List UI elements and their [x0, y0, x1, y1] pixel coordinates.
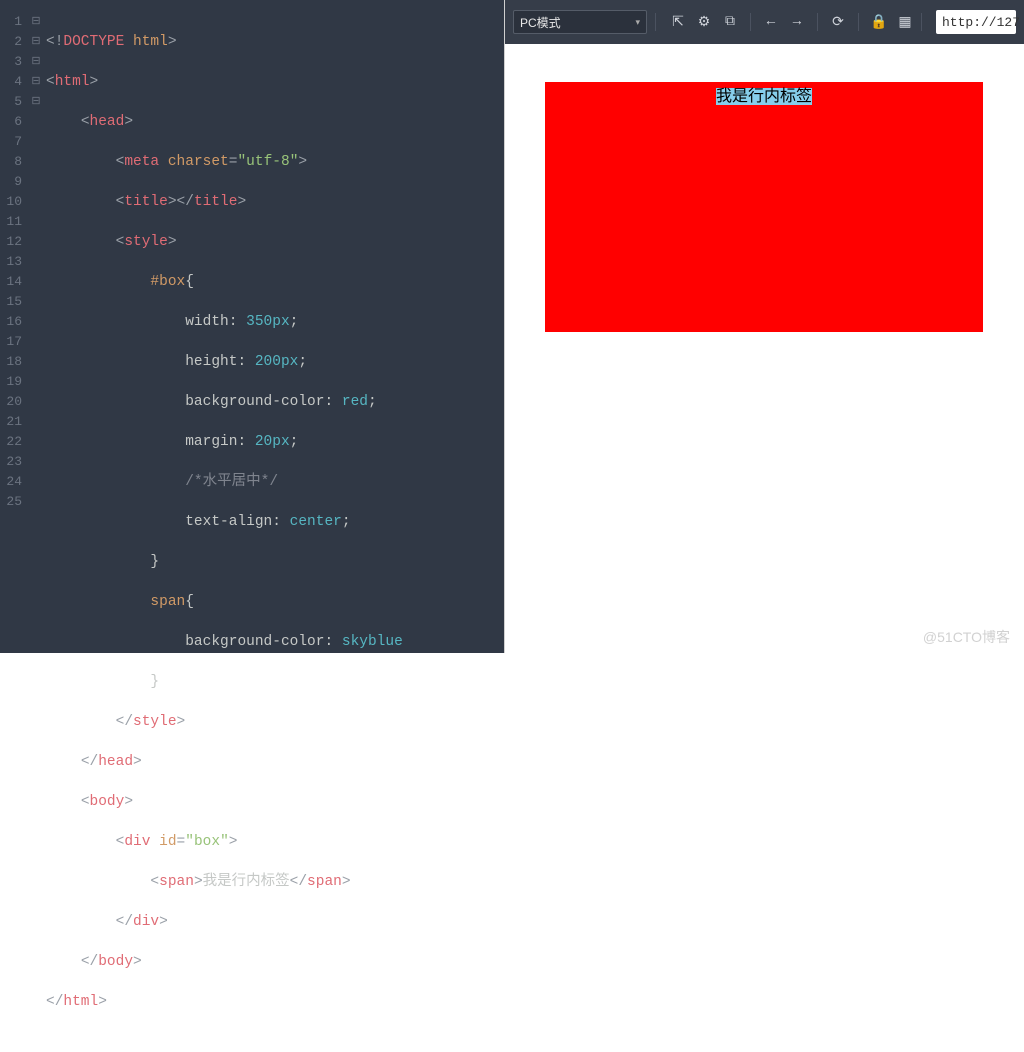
code-line[interactable]: <style> [46, 232, 403, 252]
line-number: 14 [0, 272, 22, 292]
screenshot-icon[interactable]: ⧉ [722, 14, 738, 30]
qr-icon[interactable]: ▦ [897, 14, 913, 30]
back-icon[interactable]: ← [763, 14, 779, 30]
line-number-gutter: 1 2 3 4 5 6 7 8 9 10 11 12 13 14 15 16 1… [0, 0, 28, 653]
code-line[interactable]: } [46, 672, 403, 692]
browser-toolbar: PC模式 ▾ ⇱ ⚙ ⧉ ← → ⟳ 🔒 ▦ http://127 [505, 0, 1024, 44]
code-line[interactable]: /*水平居中*/ [46, 472, 403, 492]
line-number: 4 [0, 72, 22, 92]
gear-icon[interactable]: ⚙ [696, 14, 712, 30]
toolbar-divider [817, 13, 818, 31]
code-line[interactable]: background-color: skyblue [46, 632, 403, 652]
line-number: 3 [0, 52, 22, 72]
line-number: 15 [0, 292, 22, 312]
lock-icon[interactable]: 🔒 [871, 14, 887, 30]
browser-preview-pane: PC模式 ▾ ⇱ ⚙ ⧉ ← → ⟳ 🔒 ▦ http://127 [504, 0, 1024, 653]
line-number: 10 [0, 192, 22, 212]
reload-icon[interactable]: ⟳ [830, 14, 846, 30]
code-editor-pane: 1 2 3 4 5 6 7 8 9 10 11 12 13 14 15 16 1… [0, 0, 504, 653]
line-number: 20 [0, 392, 22, 412]
line-number: 5 [0, 92, 22, 112]
code-line[interactable]: text-align: center; [46, 512, 403, 532]
fold-gutter: ⊟ ⊟ ⊟ ⊟ ⊟ [28, 0, 44, 653]
toolbar-divider [750, 13, 751, 31]
code-line[interactable]: </style> [46, 712, 403, 732]
line-number: 8 [0, 152, 22, 172]
line-number: 17 [0, 332, 22, 352]
code-line[interactable]: <head> [46, 112, 403, 132]
code-line[interactable]: #box{ [46, 272, 403, 292]
line-number: 13 [0, 252, 22, 272]
code-line[interactable]: background-color: red; [46, 392, 403, 412]
code-line[interactable]: width: 350px; [46, 312, 403, 332]
browser-viewport: 我是行内标签 [505, 44, 1024, 653]
code-line[interactable]: </html> [46, 992, 403, 1012]
line-number: 2 [0, 32, 22, 52]
line-number: 6 [0, 112, 22, 132]
line-number: 19 [0, 372, 22, 392]
preview-mode-select[interactable]: PC模式 ▾ [513, 10, 647, 34]
code-line[interactable]: <meta charset="utf-8"> [46, 152, 403, 172]
line-number: 11 [0, 212, 22, 232]
code-line[interactable]: </head> [46, 752, 403, 772]
line-number: 18 [0, 352, 22, 372]
chevron-down-icon: ▾ [635, 17, 640, 28]
popout-icon[interactable]: ⇱ [670, 14, 686, 30]
line-number: 23 [0, 452, 22, 472]
preview-mode-label: PC模式 [520, 14, 561, 31]
rendered-span: 我是行内标签 [716, 88, 812, 105]
fold-marker[interactable]: ⊟ [28, 52, 44, 72]
code-line[interactable]: <!DOCTYPE html> [46, 32, 403, 52]
code-line[interactable]: </div> [46, 912, 403, 932]
url-input[interactable]: http://127 [936, 10, 1016, 34]
line-number: 1 [0, 12, 22, 32]
fold-marker[interactable]: ⊟ [28, 92, 44, 112]
line-number: 9 [0, 172, 22, 192]
toolbar-divider [858, 13, 859, 31]
code-line[interactable]: } [46, 552, 403, 572]
line-number: 21 [0, 412, 22, 432]
code-line[interactable]: span{ [46, 592, 403, 612]
code-line[interactable]: <span>我是行内标签</span> [46, 872, 403, 892]
line-number: 25 [0, 492, 22, 512]
code-line[interactable]: <title></title> [46, 192, 403, 212]
code-line[interactable]: <div id="box"> [46, 832, 403, 852]
code-area[interactable]: <!DOCTYPE html> <html> <head> <meta char… [44, 0, 403, 653]
watermark: @51CTO博客 [923, 627, 1010, 647]
code-line[interactable]: height: 200px; [46, 352, 403, 372]
line-number: 24 [0, 472, 22, 492]
code-line[interactable]: <body> [46, 792, 403, 812]
toolbar-divider [655, 13, 656, 31]
fold-marker[interactable]: ⊟ [28, 12, 44, 32]
line-number: 12 [0, 232, 22, 252]
rendered-box: 我是行内标签 [545, 82, 983, 332]
fold-marker[interactable]: ⊟ [28, 72, 44, 92]
line-number: 7 [0, 132, 22, 152]
code-line[interactable]: </body> [46, 952, 403, 972]
code-line[interactable]: margin: 20px; [46, 432, 403, 452]
toolbar-divider [921, 13, 922, 31]
line-number: 16 [0, 312, 22, 332]
code-line[interactable]: <html> [46, 72, 403, 92]
forward-icon[interactable]: → [789, 14, 805, 30]
fold-marker[interactable]: ⊟ [28, 32, 44, 52]
line-number: 22 [0, 432, 22, 452]
